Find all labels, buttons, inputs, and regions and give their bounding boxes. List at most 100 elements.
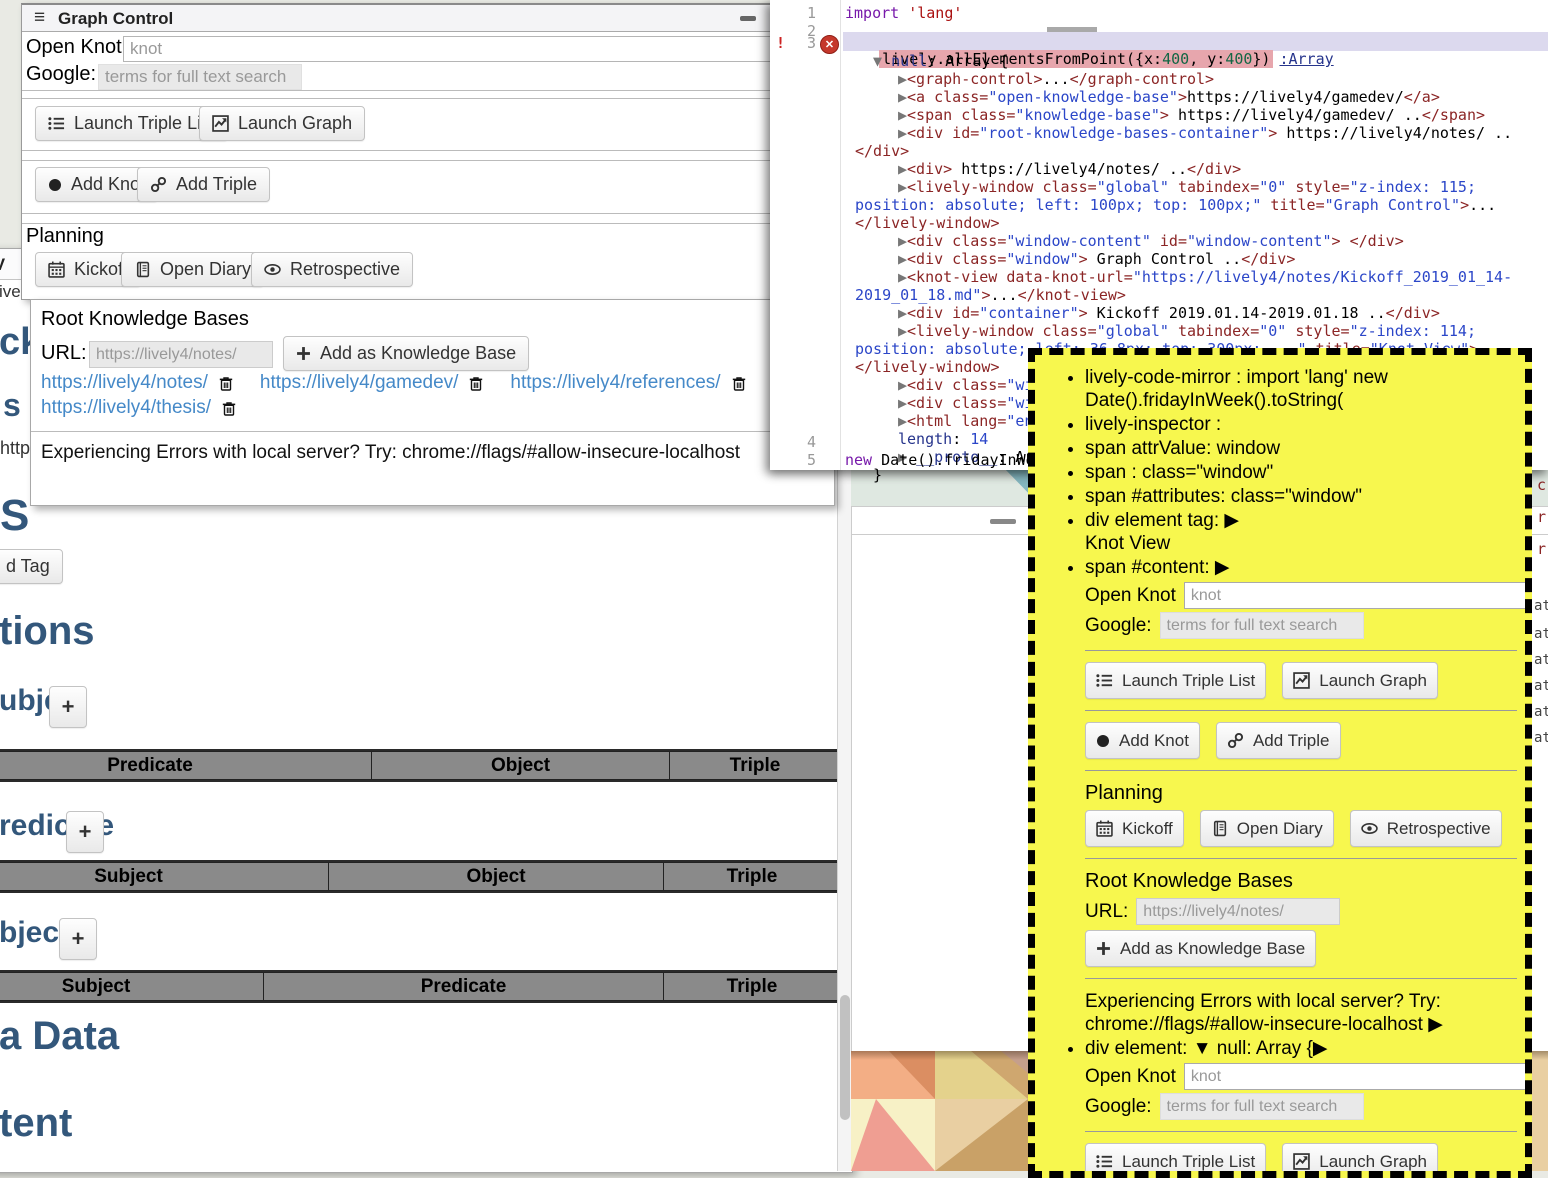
inspector-tree-line[interactable]: ▶<div> https://lively4/notes/ ..</div> [843, 160, 1545, 178]
open-knot-input[interactable] [123, 36, 771, 62]
button-label: Launch Graph [1319, 1150, 1427, 1173]
launch-graph-button[interactable]: Launch Graph [1282, 1143, 1438, 1178]
google-search-input[interactable] [98, 64, 302, 90]
overlay-list-item[interactable]: div element tag: ▶Knot View [1085, 509, 1517, 555]
overlay-list-item[interactable]: span #content: ▶Open KnotGoogle:Launch T… [1085, 556, 1517, 1036]
overlay-form-row: URL: [1085, 898, 1517, 925]
trash-icon[interactable] [468, 375, 484, 392]
url-input[interactable] [1136, 898, 1340, 925]
button-label: Add Triple [176, 174, 257, 195]
launch-triple-list-button[interactable]: Launch Triple List [1085, 1143, 1266, 1178]
launch-triple-list-button[interactable]: Launch Triple List [1085, 662, 1266, 699]
root-knowledge-bases-panel: Root Knowledge Bases URL: Add as Knowled… [30, 299, 835, 506]
minimize-button[interactable] [740, 16, 756, 21]
inspector-tree-line[interactable]: ▶<span class="knowledge-base"> https://l… [843, 106, 1545, 124]
inspector-tree-line[interactable]: ▶<knot-view data-knot-url="https://livel… [843, 268, 1545, 304]
google-search-input[interactable] [1160, 612, 1364, 639]
minimize-button[interactable] [990, 519, 1016, 524]
triples-table-grid: SubjectPredicateTriple [0, 972, 841, 1001]
kickoff-button[interactable]: Kickoff [1085, 810, 1184, 847]
open-diary-button[interactable]: Open Diary [121, 252, 264, 287]
overlay-item-text: div element tag: ▶ [1085, 510, 1239, 531]
google-label: Google: [26, 63, 96, 86]
column-header: Predicate [0, 752, 372, 780]
inspector-tree-line[interactable]: ▶<div id="container"> Kickoff 2019.01.14… [843, 304, 1545, 322]
bg-heading-fragment: a Data [0, 1014, 119, 1059]
inspector-tree-line[interactable]: ▶<a class="open-knowledge-base">https://… [843, 88, 1545, 106]
graph-icon [1293, 672, 1310, 689]
add-tag-button[interactable]: d Tag [0, 549, 63, 584]
url-label: URL: [41, 342, 87, 365]
plus-icon [1096, 941, 1111, 956]
knowledge-base-link[interactable]: https://lively4/references/ [510, 372, 720, 394]
overlay-item-text: span : class="window" [1085, 462, 1273, 483]
calendar-icon [48, 261, 65, 278]
knowledge-base-link[interactable]: https://lively4/notes/ [41, 372, 208, 394]
retrospective-button[interactable]: Retrospective [251, 252, 413, 287]
overlay-list-item[interactable]: lively-inspector : [1085, 413, 1517, 436]
window-titlebar[interactable]: ≡ Graph Control [22, 5, 770, 32]
book-icon [134, 261, 151, 278]
occluded-text-fragment: at [1534, 652, 1548, 668]
overlay-list-item[interactable]: span attrValue: window [1085, 437, 1517, 460]
button-label: Launch Triple List [1122, 669, 1255, 692]
button-label: Add as Knowledge Base [320, 343, 516, 364]
inspector-tree-line[interactable]: ▼ null: Array { [843, 52, 1545, 70]
retrospective-button[interactable]: Retrospective [1350, 810, 1502, 847]
knowledge-base-link[interactable]: https://lively4/thesis/ [41, 397, 211, 419]
column-header: Predicate [264, 973, 664, 1001]
overlay-list-item[interactable]: span #attributes: class="window" [1085, 485, 1517, 508]
inspector-tree-line[interactable]: ▶<div class="window-content" id="window-… [843, 232, 1545, 250]
overlay-list-item[interactable]: lively-code-mirror : import 'lang' new D… [1085, 366, 1517, 412]
add-knot-button[interactable]: Add Knot [1085, 722, 1200, 759]
overlay-item-text: span attrValue: window [1085, 438, 1280, 459]
window-menu-icon[interactable]: ≡ [34, 7, 45, 29]
add-subject-button[interactable]: + [49, 686, 87, 728]
inspector-tree-line[interactable]: ▶<div class="window"> Graph Control ..</… [843, 250, 1545, 268]
knowledge-base-link[interactable]: https://lively4/gamedev/ [260, 372, 459, 394]
inspector-tree-line[interactable]: ▶<lively-window class="global" tabindex=… [843, 178, 1545, 232]
launch-graph-button[interactable]: Launch Graph [199, 106, 365, 141]
launch-graph-button[interactable]: Launch Graph [1282, 662, 1438, 699]
overlay-open-knot-label: Open Knot [1085, 1065, 1176, 1088]
open-knot-input[interactable] [1184, 582, 1532, 609]
code-line[interactable]: import 'lang' [845, 4, 962, 22]
scrollbar[interactable] [837, 470, 852, 1171]
column-header: Triple [664, 973, 841, 1001]
button-label: Add as Knowledge Base [1120, 937, 1305, 960]
add-predicate-button[interactable]: + [66, 811, 104, 853]
column-header: Subject [0, 973, 264, 1001]
evaluated-line-highlight[interactable]: lively.allElementsFromPoint({x:400, y:40… [843, 32, 1548, 51]
error-icon[interactable]: ✕ [820, 35, 839, 54]
add-object-button[interactable]: + [59, 918, 97, 960]
button-label: Launch Graph [1319, 669, 1427, 692]
add-knowledge-base-button[interactable]: Add as Knowledge Base [1085, 930, 1316, 967]
inspector-tree-line[interactable]: ▶<div id="root-knowledge-bases-container… [843, 124, 1545, 160]
open-knot-input[interactable] [1184, 1063, 1532, 1090]
divider [22, 213, 770, 214]
inspector-tree-line[interactable]: ▶<graph-control>...</graph-control> [843, 70, 1545, 88]
trash-icon[interactable] [218, 375, 234, 392]
divider [22, 150, 770, 151]
button-label: Add Knot [71, 174, 145, 195]
scrollbar-thumb[interactable] [840, 995, 850, 1120]
window-title: Graph Control [58, 9, 173, 29]
add-triple-button[interactable]: Add Triple [137, 167, 270, 202]
list-icon [48, 116, 65, 131]
triples-table: PredicateObjectTriple [0, 749, 838, 782]
column-header: Triple [670, 752, 841, 780]
occluded-text-fragment: r [1537, 540, 1546, 558]
google-search-input[interactable] [1160, 1093, 1364, 1120]
open-diary-button[interactable]: Open Diary [1200, 810, 1334, 847]
add-triple-button[interactable]: Add Triple [1216, 722, 1341, 759]
overlay-list-item[interactable]: span : class="window" [1085, 461, 1517, 484]
overlay-list-item[interactable]: div element: ▼ null: Array {▶Open KnotGo… [1085, 1037, 1517, 1178]
add-knowledge-base-button[interactable]: Add as Knowledge Base [283, 336, 529, 371]
trash-icon[interactable] [731, 375, 747, 392]
button-label: Open Diary [1237, 817, 1323, 840]
divider [31, 431, 834, 432]
column-header: Subject [0, 863, 329, 891]
url-input[interactable] [89, 341, 273, 368]
overlay-open-knot-label: Open Knot [1085, 584, 1176, 607]
trash-icon[interactable] [221, 400, 237, 417]
